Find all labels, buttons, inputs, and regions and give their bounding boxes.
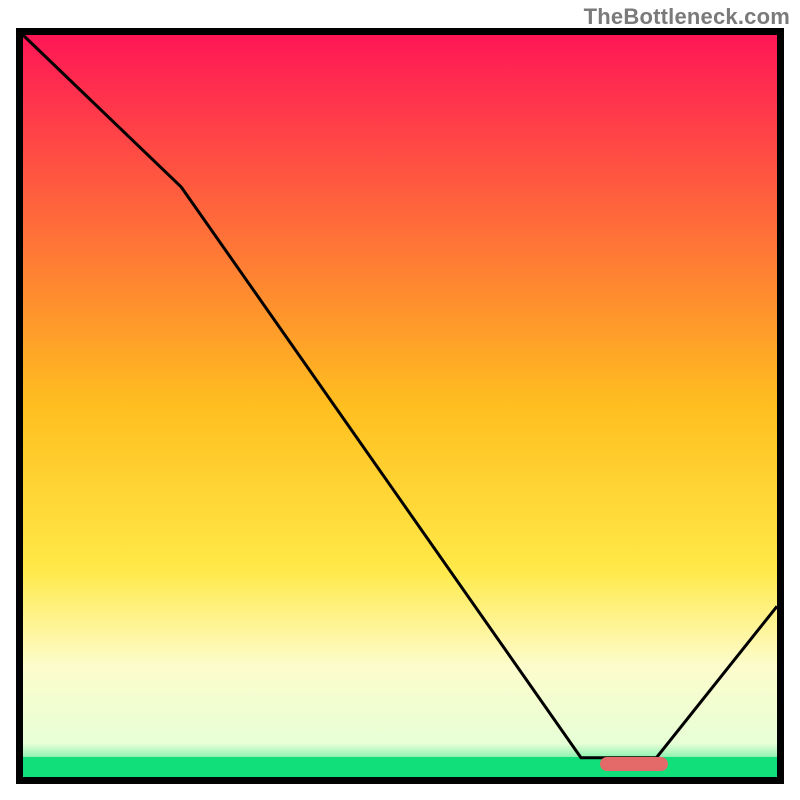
optimal-marker (600, 757, 668, 771)
chart-frame (16, 28, 784, 784)
chart-svg (23, 35, 777, 777)
gradient-background (23, 35, 777, 777)
chart-canvas (23, 35, 777, 777)
watermark: TheBottleneck.com (584, 4, 790, 30)
